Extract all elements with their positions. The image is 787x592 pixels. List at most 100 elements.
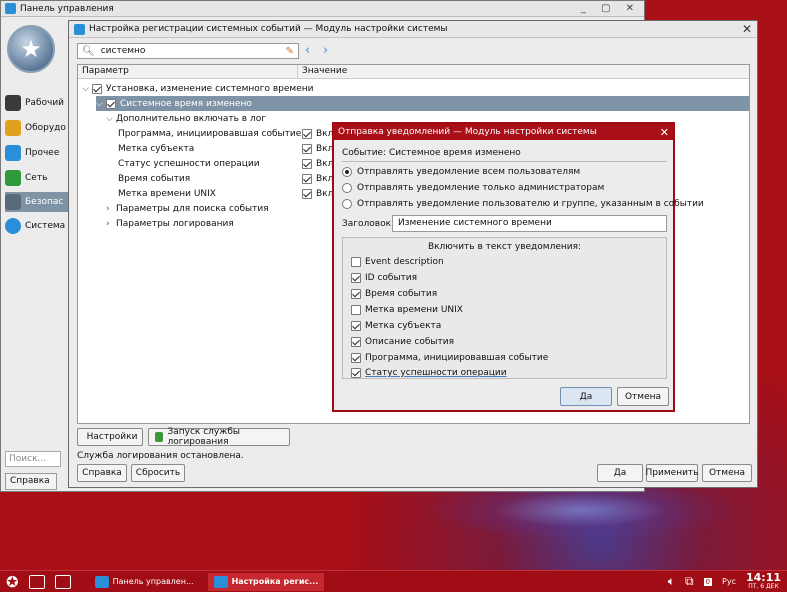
tree-item-label: Статус успешности операции [118,158,260,169]
sidebar-item-network[interactable]: Сеть [5,168,71,188]
include-checkbox[interactable] [351,368,361,378]
chevron-right-icon[interactable]: › [106,204,116,214]
tree-item-row[interactable]: Статус успешности операции Вкл [118,156,333,171]
chevron-down-icon[interactable]: ⌵ [96,99,106,109]
close-icon[interactable]: ✕ [660,126,669,139]
dialog-titlebar[interactable]: Настройка регистрации системных событий … [69,21,757,38]
tree-item-row[interactable]: Метка субъекта Вкл [118,141,333,156]
close-icon[interactable]: ✕ [742,22,752,36]
tree-include-row[interactable]: ⌵ Дополнительно включать в лог [106,111,266,126]
radio-button[interactable] [342,167,352,177]
sidebar-help-button[interactable]: Справка [5,473,57,490]
include-group: Включить в текст уведомления: Event desc… [342,237,667,379]
column-value[interactable]: Значение [298,65,351,78]
header-input[interactable]: Изменение системного времени [392,215,667,232]
include-item[interactable]: ID события [351,273,417,283]
event-checkbox[interactable] [106,98,116,109]
item-value: Вкл [316,128,334,139]
sidebar-item-label: Оборудо [25,123,66,133]
include-checkbox[interactable] [351,305,361,315]
radio-admins-only[interactable]: Отправлять уведомление только администра… [342,183,604,193]
chevron-down-icon[interactable]: ⌵ [82,84,92,94]
search-input[interactable]: 🔍︎ системно ✎ [77,43,299,59]
window-controls[interactable]: _ ▢ ✕ [581,3,640,14]
tree-item-row[interactable]: Метка времени UNIX Вкл [118,186,333,201]
clear-icon[interactable]: ✎ [286,46,294,57]
radio-button[interactable] [342,199,352,209]
include-checkbox[interactable] [351,257,361,267]
item-checkbox[interactable] [302,158,312,169]
radio-button[interactable] [342,183,352,193]
settings-button[interactable]: Настройки [77,428,143,446]
tree-item-row[interactable]: Время события Вкл [118,171,333,186]
yes-button[interactable]: Да [597,464,643,482]
cancel-button[interactable]: Отмена [702,464,752,482]
include-label: Описание события [365,337,455,347]
start-menu-icon[interactable]: ✪ [6,573,19,591]
sidebar-item-hardware[interactable]: Оборудо [5,118,71,138]
tree-group-row[interactable]: ⌵ Установка, изменение системного времен… [82,81,314,96]
sidebar-item-system[interactable]: Система [5,216,71,236]
taskbar-task-settings[interactable]: Настройка регис... [207,572,325,591]
column-parameter[interactable]: Параметр [78,65,298,78]
dialog-title: Настройка регистрации системных событий … [89,24,448,34]
chevron-down-icon[interactable]: ⌵ [106,114,116,124]
sidebar-item-other[interactable]: Прочее [5,143,71,163]
include-checkbox[interactable] [351,273,361,283]
tree-group-label: Установка, изменение системного времени [106,83,314,94]
help-button[interactable]: Справка [77,464,127,482]
include-item[interactable]: Метка субъекта [351,321,441,331]
group-checkbox[interactable] [92,83,102,94]
tree-event-row[interactable]: ⌵ Системное время изменено [96,96,749,111]
radio-all-users[interactable]: Отправлять уведомление всем пользователя… [342,167,580,177]
item-checkbox[interactable] [302,173,312,184]
window-switcher-icon[interactable] [28,574,45,589]
include-checkbox[interactable] [351,321,361,331]
include-label: Event description [365,257,444,267]
keyboard-layout[interactable]: Рус [722,577,736,586]
tree-item-row[interactable]: Программа, инициировавшая событие Вкл [118,126,333,141]
ok-button[interactable]: Да [560,387,612,406]
radio-label: Отправлять уведомление всем пользователя… [357,167,581,177]
include-item[interactable]: Программа, инициировавшая событие [351,353,548,363]
file-manager-icon[interactable] [54,574,71,589]
sidebar-item-desktop[interactable]: Рабочий [5,93,71,113]
network-icon [5,170,21,186]
tree-item-label: Время события [118,173,191,184]
settings-icon [74,23,85,35]
forward-arrow-icon[interactable]: › [323,43,328,58]
back-arrow-icon[interactable]: ‹ [305,43,310,58]
chevron-right-icon[interactable]: › [106,219,116,229]
include-item[interactable]: Метка времени UNIX [351,305,463,315]
include-checkbox[interactable] [351,353,361,363]
item-checkbox[interactable] [302,128,312,139]
include-item[interactable]: Время события [351,289,437,299]
sidebar-item-security[interactable]: Безопас [5,192,71,212]
include-item[interactable]: Описание события [351,337,454,347]
start-logging-button[interactable]: Запуск службы логирования [148,427,290,447]
taskbar-task-control-panel[interactable]: Панель управлен... [89,573,200,591]
include-item[interactable]: Статус успешности операции [351,368,507,378]
radio-label: Отправлять уведомление только администра… [357,183,605,193]
network-icon[interactable]: ⧉ [685,574,694,589]
radio-user-group[interactable]: Отправлять уведомление пользователю и гр… [342,199,704,209]
notification-titlebar[interactable]: Отправка уведомлений — Модуль настройки … [334,124,673,140]
item-checkbox[interactable] [302,143,312,154]
notification-icon[interactable]: 0 [703,577,713,586]
tree-search-params-row[interactable]: › Параметры для поиска события [106,201,269,216]
item-checkbox[interactable] [302,188,312,199]
cancel-button[interactable]: Отмена [617,387,669,406]
include-item[interactable]: Event description [351,257,444,267]
sidebar-search-input[interactable]: Поиск... [5,451,61,467]
include-checkbox[interactable] [351,289,361,299]
clock[interactable]: 14:11 ПТ, 6 ДЕК [746,572,781,591]
start-logging-label: Запуск службы логирования [167,427,241,447]
volume-icon[interactable]: 🔈︎ [668,574,675,589]
include-checkbox[interactable] [351,337,361,347]
control-panel-titlebar[interactable]: Панель управления _ ▢ ✕ [1,1,644,17]
tree-log-params-row[interactable]: › Параметры логирования [106,216,234,231]
search-icon: 🔍︎ [82,45,95,57]
desktop-icon [5,95,21,111]
apply-button[interactable]: Применить [646,464,698,482]
reset-button[interactable]: Сбросить [131,464,185,482]
